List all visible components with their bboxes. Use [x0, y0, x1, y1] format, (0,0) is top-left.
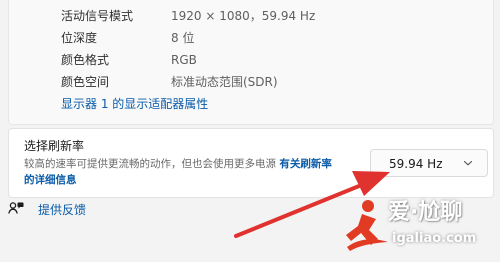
refresh-rate-description-text: 较高的速率可提供更流畅的动作，但也会使用更多电源 — [24, 158, 276, 170]
property-value: 1920 × 1080，59.94 Hz — [171, 9, 316, 23]
property-value: 8 位 — [171, 31, 195, 45]
chevron-down-icon — [463, 160, 473, 166]
feedback-icon — [8, 202, 24, 214]
refresh-rate-card: 选择刷新率 较高的速率可提供更流畅的动作，但也会使用更多电源 有关刷新率 的详细… — [8, 128, 494, 198]
refresh-rate-selected-value: 59.94 Hz — [389, 157, 443, 171]
property-label: 位深度 — [61, 31, 98, 45]
refresh-rate-title: 选择刷新率 — [24, 139, 85, 153]
give-feedback-label: 提供反馈 — [38, 203, 87, 217]
property-value: RGB — [171, 53, 197, 67]
property-label: 颜色格式 — [61, 53, 110, 67]
display-properties-card: 活动信号模式 1920 × 1080，59.94 Hz 位深度 8 位 颜色格式… — [8, 0, 494, 125]
watermark-url: igaliao.com — [392, 231, 477, 246]
property-label: 活动信号模式 — [61, 9, 134, 23]
property-value: 标准动态范围(SDR) — [171, 75, 278, 89]
site-watermark: 爱·尬聊 igaliao.com — [342, 197, 492, 257]
display-adapter-properties-link[interactable]: 显示器 1 的显示适配器属性 — [61, 96, 208, 112]
refresh-rate-info-link-continued[interactable]: 的详细信息 — [24, 174, 77, 186]
property-label: 颜色空间 — [61, 75, 110, 89]
refresh-rate-info-link[interactable]: 有关刷新率 — [279, 158, 332, 170]
watermark-logo-icon — [346, 200, 388, 251]
refresh-rate-dropdown[interactable]: 59.94 Hz — [370, 149, 488, 177]
watermark-title: 爱·尬聊 — [388, 200, 463, 225]
refresh-rate-description: 较高的速率可提供更流畅的动作，但也会使用更多电源 有关刷新率 的详细信息 — [24, 156, 364, 188]
